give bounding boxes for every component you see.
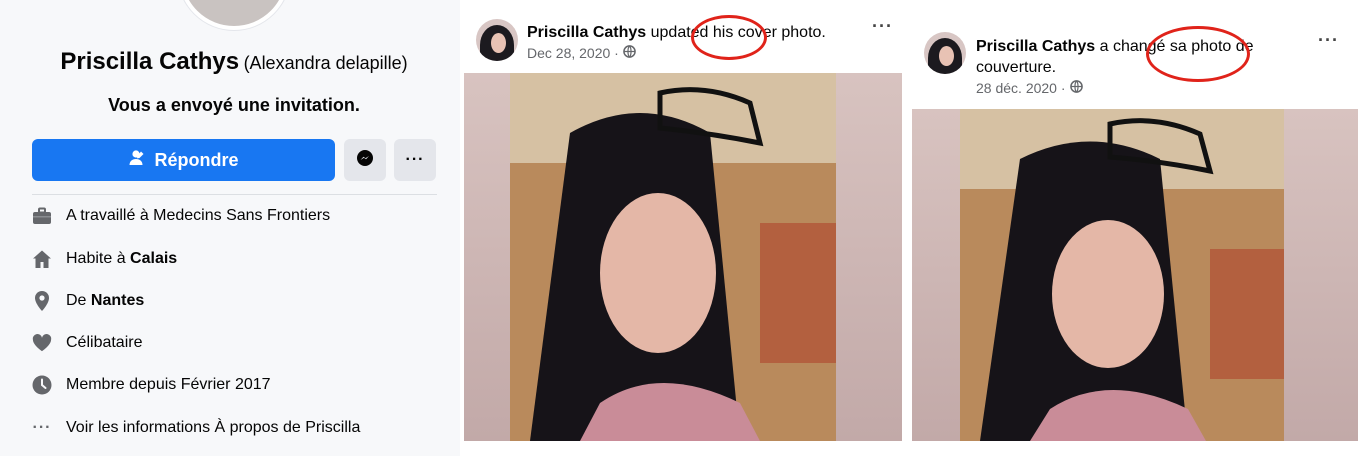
- profile-name-row: Priscilla Cathys (Alexandra delapille): [0, 48, 468, 76]
- post-meta: Dec 28, 2020 ·: [527, 45, 636, 61]
- info-about-text: Voir les informations À propos de Prisci…: [66, 419, 361, 436]
- post-author-avatar[interactable]: [476, 19, 518, 61]
- heart-icon: [32, 333, 52, 353]
- post-french: Priscilla Cathys a changé sa photo de co…: [912, 0, 1366, 456]
- messenger-button[interactable]: [344, 139, 386, 181]
- invitation-text: Vous a envoyé une invitation.: [108, 95, 360, 115]
- post-date[interactable]: Dec 28, 2020 ·: [527, 45, 619, 61]
- profile-name[interactable]: Priscilla Cathys: [60, 48, 239, 75]
- post-author-name[interactable]: Priscilla Cathys: [976, 38, 1095, 55]
- profile-alt-name: (Alexandra delapille): [243, 53, 408, 73]
- post-options-icon[interactable]: ···: [872, 16, 893, 37]
- post-cover-photo[interactable]: [464, 73, 902, 441]
- clock-icon: [32, 375, 52, 395]
- globe-icon: [623, 45, 636, 61]
- more-options-button[interactable]: ···: [394, 139, 436, 181]
- more-dots-icon: ···: [405, 151, 425, 168]
- info-member-text: Membre depuis Février 2017: [66, 376, 271, 393]
- info-home-prefix: Habite à: [66, 250, 131, 267]
- respond-label: Répondre: [154, 149, 239, 170]
- info-home-text: Habite à Calais: [66, 250, 177, 268]
- info-relationship-text: Célibataire: [66, 334, 143, 351]
- red-annotation-circle: [691, 15, 767, 60]
- post-english: Priscilla Cathys updated his cover photo…: [464, 0, 908, 456]
- info-member-since: Membre depuis Février 2017: [32, 375, 271, 395]
- location-pin-icon: [32, 291, 52, 311]
- globe-icon: [1069, 80, 1083, 96]
- info-relationship: Célibataire: [32, 333, 142, 353]
- profile-avatar[interactable]: [178, 0, 290, 30]
- home-icon: [32, 249, 52, 269]
- post-date[interactable]: 28 déc. 2020 ·: [976, 80, 1066, 96]
- more-dots-icon: ···: [32, 419, 52, 436]
- respond-button[interactable]: Répondre: [32, 139, 335, 181]
- from-city-link[interactable]: Nantes: [91, 292, 144, 309]
- post-meta: 28 déc. 2020 ·: [976, 80, 1083, 96]
- post-cover-photo[interactable]: [912, 109, 1358, 441]
- post-author-name[interactable]: Priscilla Cathys: [527, 24, 646, 41]
- post-author-avatar[interactable]: [924, 32, 966, 74]
- red-annotation-circle: [1146, 26, 1250, 82]
- info-from: De Nantes: [32, 291, 144, 311]
- profile-panel: Priscilla Cathys (Alexandra delapille) V…: [0, 0, 460, 456]
- info-work: A travaillé à Medecins Sans Frontiers: [32, 206, 330, 226]
- divider: [32, 194, 437, 195]
- messenger-icon: [356, 149, 374, 172]
- info-from-text: De Nantes: [66, 292, 144, 310]
- cover-photo-image: [960, 109, 1284, 441]
- person-respond-icon: [128, 149, 146, 172]
- info-work-text: A travaillé à Medecins Sans Frontiers: [66, 207, 331, 224]
- post-options-icon[interactable]: ···: [1318, 30, 1339, 51]
- screenshot-composite: Priscilla Cathys (Alexandra delapille) V…: [0, 0, 1366, 456]
- briefcase-icon: [32, 206, 52, 226]
- cover-photo-image: [510, 73, 836, 441]
- info-home: Habite à Calais: [32, 249, 177, 269]
- home-city-link[interactable]: Calais: [130, 250, 177, 267]
- info-about-link[interactable]: ··· Voir les informations À propos de Pr…: [32, 418, 361, 438]
- info-from-prefix: De: [66, 292, 91, 309]
